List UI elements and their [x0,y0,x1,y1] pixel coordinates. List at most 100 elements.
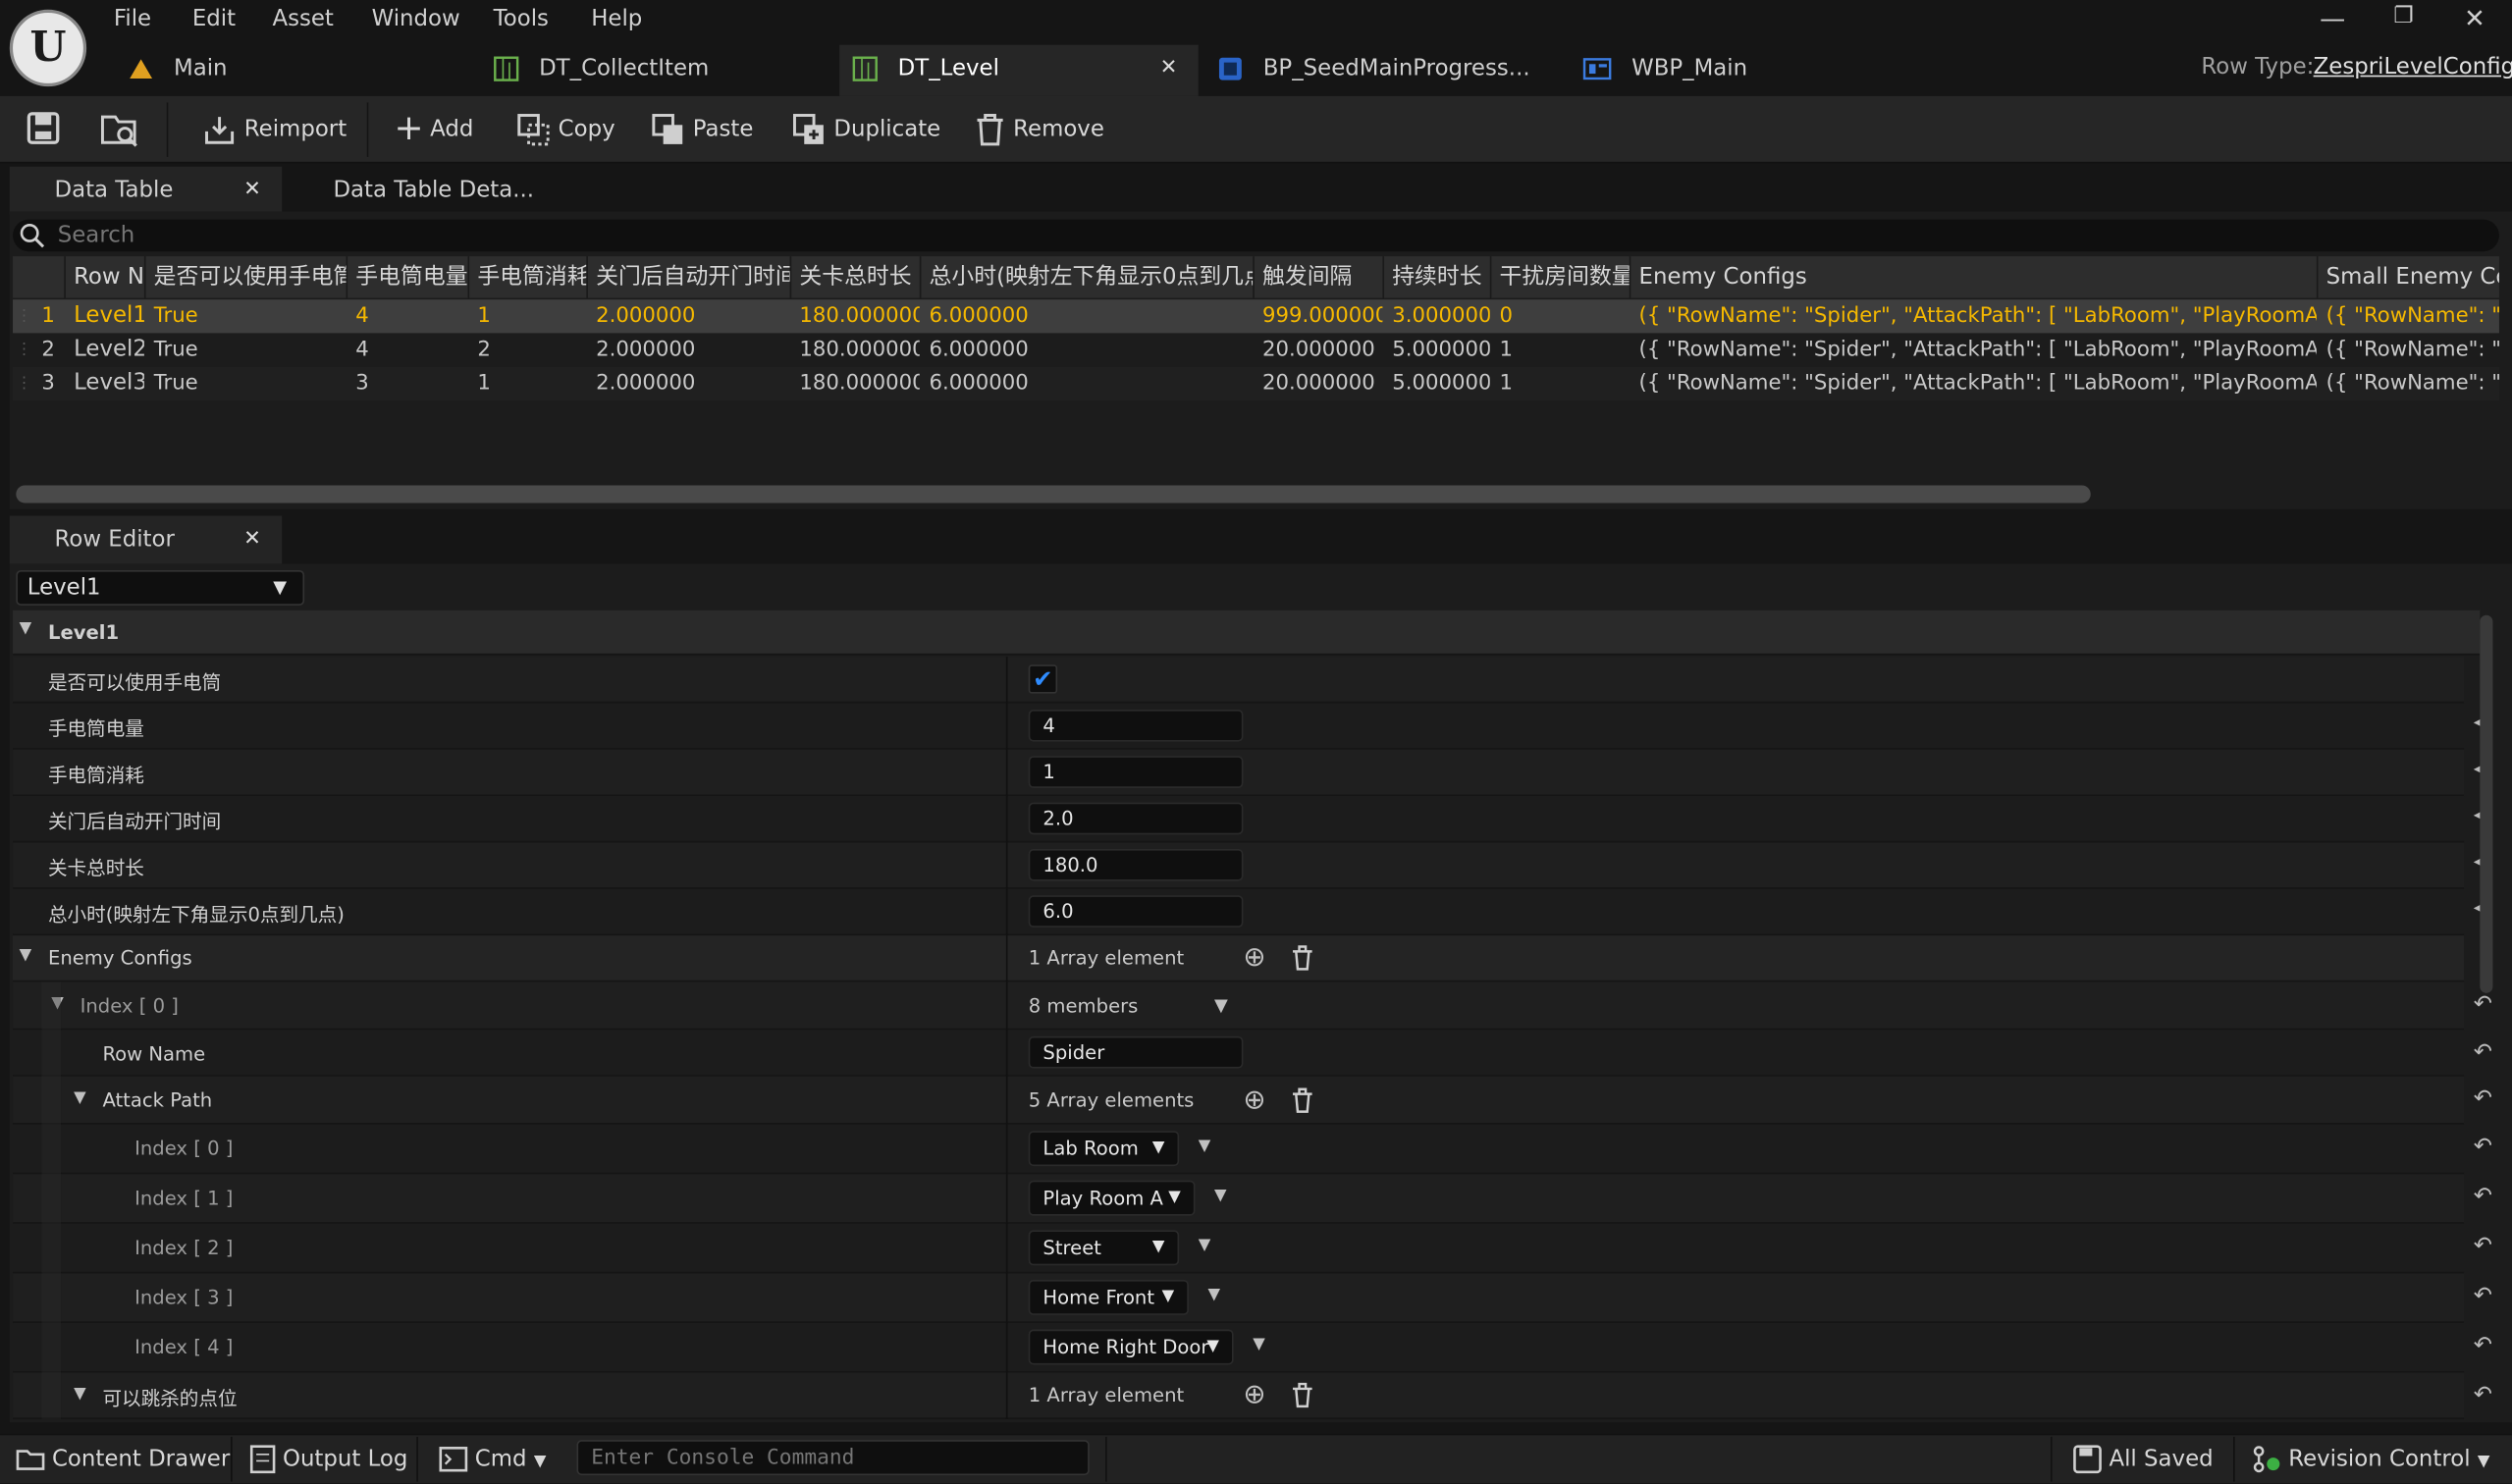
tab-data-table-details[interactable]: Data Table Deta... [289,167,561,215]
checkbox-checked-icon[interactable]: ✔ [1028,664,1058,694]
expand-arrow-icon[interactable]: ▼ [74,1386,86,1404]
expand-arrow-icon[interactable]: ▼ [20,947,32,965]
options-chevron-icon[interactable]: ▼ [1199,1237,1211,1254]
row-selector-dropdown[interactable]: Level1 ▼ [16,569,305,606]
column-header[interactable]: 持续时长 [1382,256,1489,298]
drag-handle-icon[interactable]: ⋮⋮ [16,299,31,333]
add-button[interactable]: + Add [394,111,474,150]
column-header[interactable]: Small Enemy Con [2316,256,2499,298]
property-input[interactable]: 2.0 [1028,802,1244,835]
menu-asset[interactable]: Asset [272,7,333,32]
row-name-input[interactable]: Spider [1028,1035,1244,1069]
browse-button[interactable] [99,111,140,156]
property-label: Attack Path [102,1088,213,1112]
trash-icon[interactable] [1291,1382,1313,1408]
reset-icon[interactable]: ↶ [2474,1134,2492,1159]
horizontal-scrollbar[interactable] [16,485,2091,504]
close-tab-icon[interactable]: ✕ [243,167,261,215]
column-header[interactable]: 是否可以使用手电筒 [143,256,347,298]
column-header[interactable]: 关门后自动开门时间 [586,256,790,298]
property-input[interactable]: 4 [1028,709,1244,742]
tab-bp-seedmainprogress[interactable]: BP_SeedMainProgress... [1204,45,1564,96]
reset-icon[interactable]: ↶ [2474,1382,2492,1407]
room-dropdown[interactable]: Home Right Door ▼ [1028,1329,1234,1365]
all-saved-button[interactable]: All Saved [2073,1442,2214,1477]
revision-control-button[interactable]: Revision Control ▼ [2253,1442,2489,1477]
room-dropdown[interactable]: Lab Room ▼ [1028,1131,1180,1167]
reset-icon[interactable]: ↶ [2474,1086,2492,1111]
paste-button[interactable]: Paste [651,112,753,150]
room-dropdown[interactable]: Street ▼ [1028,1230,1180,1266]
reset-icon[interactable]: ↶ [2474,1039,2492,1065]
remove-button[interactable]: Remove [974,112,1104,150]
reimport-button[interactable]: Reimport [202,112,347,150]
trash-icon[interactable] [1291,1087,1313,1113]
search-input[interactable] [57,219,2461,252]
column-header[interactable]: Row Na [64,256,144,298]
add-element-icon[interactable]: ⊕ [1243,1085,1265,1117]
add-label: Add [430,117,474,143]
column-header[interactable]: 总小时(映射左下角显示0点到几点) [919,256,1253,298]
content-drawer-button[interactable]: Content Drawer [16,1442,230,1477]
tab-row-editor[interactable]: Row Editor ✕ [9,515,283,564]
cmd-dropdown[interactable]: Cmd ▼ [439,1442,546,1477]
close-window-button[interactable]: ✕ [2464,3,2485,33]
close-tab-icon[interactable]: ✕ [1160,45,1178,93]
column-splitter[interactable] [1005,657,1008,1419]
remove-label: Remove [1013,117,1104,143]
chevron-down-icon[interactable]: ▼ [1214,994,1228,1015]
property-row: 总小时(映射左下角显示0点到几点) 6.0 ◂ [13,888,2483,936]
reset-icon[interactable]: ↶ [2474,1283,2492,1308]
property-input[interactable]: 180.0 [1028,848,1244,881]
add-element-icon[interactable]: ⊕ [1243,1379,1265,1411]
unreal-logo-icon[interactable]: U [9,9,87,87]
options-chevron-icon[interactable]: ▼ [1214,1187,1227,1204]
vertical-scrollbar[interactable] [2480,614,2493,993]
tab-main[interactable]: Main [116,45,481,96]
trash-icon[interactable] [1291,945,1313,971]
options-chevron-icon[interactable]: ▼ [1208,1286,1221,1303]
column-header[interactable]: 触发间隔 [1253,256,1382,298]
column-header[interactable]: 干扰房间数量 [1489,256,1630,298]
options-chevron-icon[interactable]: ▼ [1253,1336,1265,1353]
row-type-link[interactable]: ZespriLevelConfig [2314,54,2512,80]
minimize-button[interactable]: — [2320,3,2345,33]
reset-icon[interactable]: ↶ [2474,1184,2492,1209]
reset-icon[interactable]: ↶ [2474,991,2492,1017]
category-level1[interactable]: ▼ Level1 [13,610,2481,656]
table-cell: 5.000000 [1392,371,1490,397]
menu-help[interactable]: Help [591,7,642,32]
tab-wbp-main[interactable]: WBP_Main [1570,45,1929,96]
column-header[interactable]: 关卡总时长 [789,256,920,298]
tab-data-table[interactable]: Data Table ✕ [9,166,283,215]
room-dropdown[interactable]: Play Room A ▼ [1028,1180,1196,1216]
tab-dt-level[interactable]: DT_Level ✕ [839,44,1199,96]
close-tab-icon[interactable]: ✕ [243,516,261,564]
column-header[interactable]: 手电筒消耗 [467,256,586,298]
drag-handle-icon[interactable]: ⋮⋮ [16,333,31,366]
output-log-button[interactable]: Output Log [249,1442,407,1477]
search-box[interactable] [13,219,2499,252]
menu-window[interactable]: Window [372,7,460,32]
drag-handle-icon[interactable]: ⋮⋮ [16,367,31,400]
column-header[interactable]: 手电筒电量 [346,256,468,298]
property-input[interactable]: 6.0 [1028,895,1244,928]
save-button[interactable] [26,111,61,152]
column-header[interactable]: Enemy Configs [1629,256,2317,298]
options-chevron-icon[interactable]: ▼ [1199,1138,1211,1155]
save-icon [2073,1445,2102,1474]
menu-tools[interactable]: Tools [494,7,549,32]
copy-button[interactable]: Copy [516,112,615,150]
menu-edit[interactable]: Edit [192,7,236,32]
property-input[interactable]: 1 [1028,756,1244,788]
expand-arrow-icon[interactable]: ▼ [74,1089,86,1107]
reset-icon[interactable]: ↶ [2474,1333,2492,1358]
duplicate-button[interactable]: Duplicate [791,112,940,150]
add-element-icon[interactable]: ⊕ [1243,942,1265,975]
menu-file[interactable]: File [114,7,151,32]
room-dropdown[interactable]: Home Front ▼ [1028,1279,1189,1315]
console-command-input[interactable] [576,1440,1090,1476]
restore-button[interactable]: ❐ [2393,3,2414,28]
tab-dt-collectitem[interactable]: DT_CollectItem [481,45,840,96]
reset-icon[interactable]: ↶ [2474,1234,2492,1259]
